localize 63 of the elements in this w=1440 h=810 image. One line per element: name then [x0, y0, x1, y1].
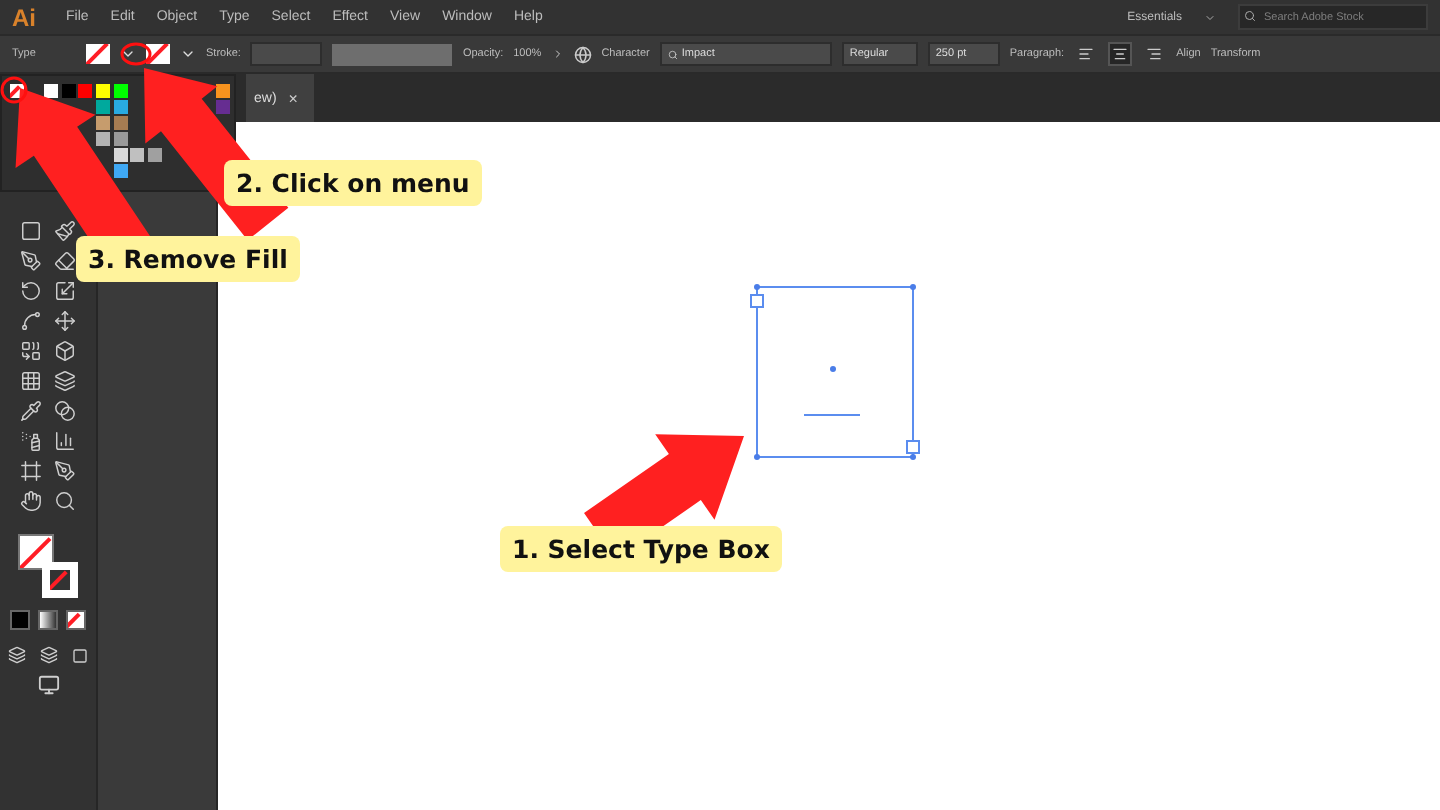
callout-label: 2. Click on menu	[224, 160, 482, 206]
stroke-color-box[interactable]	[42, 562, 78, 598]
color-swatch[interactable]	[113, 132, 128, 146]
color-swatch[interactable]	[95, 132, 110, 146]
caret-icon[interactable]	[180, 46, 196, 62]
blend-icon[interactable]	[52, 398, 78, 424]
chevron-icon[interactable]	[551, 48, 564, 60]
color-swatch[interactable]	[147, 148, 162, 162]
color-swatch[interactable]	[95, 100, 110, 114]
type-box[interactable]	[756, 286, 914, 458]
pen-icon[interactable]	[18, 248, 44, 274]
color-swatch[interactable]	[113, 148, 128, 162]
fill-color-box[interactable]	[18, 534, 54, 570]
stroke-weight-field[interactable]	[250, 42, 323, 66]
color-swatch[interactable]	[113, 84, 128, 98]
color-swatch[interactable]	[44, 84, 59, 98]
color-swatch[interactable]	[130, 148, 145, 162]
screen-mode-icon[interactable]	[35, 672, 61, 698]
color-swatch[interactable]	[78, 84, 93, 98]
eyedropper-icon[interactable]	[18, 398, 44, 424]
caret-icon[interactable]	[120, 46, 136, 62]
callout-label: 1. Select Type Box	[500, 526, 782, 572]
search-icon	[1244, 10, 1256, 22]
color-swatch[interactable]	[95, 84, 110, 98]
color-swatch[interactable]	[61, 84, 76, 98]
highlight-circle	[120, 42, 152, 66]
eraser-icon[interactable]	[52, 248, 78, 274]
color-swatch[interactable]	[216, 84, 231, 98]
color-mode-button[interactable]	[10, 610, 30, 630]
globe-icon[interactable]	[573, 45, 592, 63]
color-swatch[interactable]	[113, 164, 128, 178]
gradient-mode-button[interactable]	[38, 610, 58, 630]
bar-chart-icon[interactable]	[52, 428, 78, 454]
draw-mode-icon[interactable]	[35, 642, 61, 668]
hand-icon[interactable]	[18, 488, 44, 514]
layers-icon[interactable]	[52, 368, 78, 394]
curve-icon[interactable]	[18, 308, 44, 334]
color-swatch[interactable]	[95, 116, 110, 130]
close-button[interactable]: ×	[288, 89, 298, 107]
search-icon	[667, 49, 678, 59]
scale-icon[interactable]	[52, 278, 78, 304]
frame-icon[interactable]	[18, 458, 44, 484]
draw-mode-icon[interactable]	[3, 642, 29, 668]
app-logo: Ai	[12, 3, 36, 31]
brush-field[interactable]	[332, 43, 453, 65]
zoom-icon[interactable]	[52, 488, 78, 514]
callout-label: 3. Remove Fill	[76, 236, 300, 282]
square-icon[interactable]	[18, 218, 44, 244]
fill-swatch[interactable]	[86, 44, 110, 64]
pen-icon[interactable]	[52, 458, 78, 484]
color-swatch[interactable]	[113, 100, 128, 114]
cube-icon[interactable]	[52, 338, 78, 364]
caret-icon	[1204, 11, 1216, 23]
color-swatch[interactable]	[216, 100, 231, 114]
highlight-circle	[0, 76, 28, 104]
move-icon[interactable]	[52, 308, 78, 334]
rotate-icon[interactable]	[18, 278, 44, 304]
none-mode-button[interactable]	[66, 610, 86, 630]
align-button[interactable]	[1108, 42, 1133, 66]
color-swatch[interactable]	[113, 116, 128, 130]
grid-icon[interactable]	[18, 368, 44, 394]
combine-icon[interactable]	[18, 338, 44, 364]
paintbrush-icon[interactable]	[52, 218, 78, 244]
